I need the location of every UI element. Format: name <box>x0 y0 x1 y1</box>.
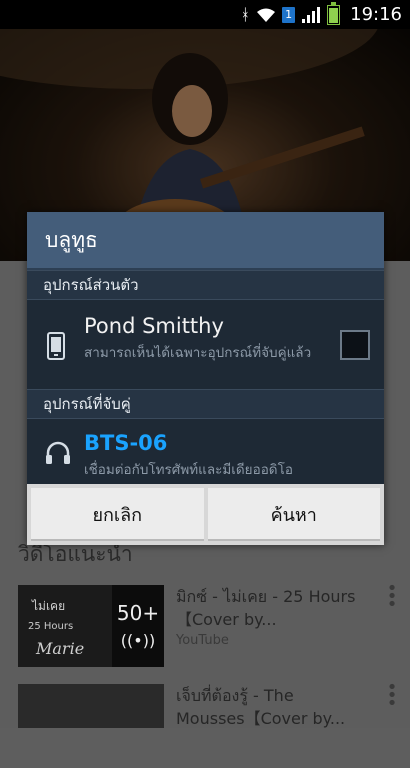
radio-icon: ((•)) <box>120 631 156 650</box>
personal-device-name: Pond Smitthy <box>84 314 224 338</box>
dialog-button-bar: ยกเลิก ค้นหา <box>27 484 384 545</box>
scan-button[interactable]: ค้นหา <box>207 488 380 541</box>
personal-device-subtitle: สามารถเห็นได้เฉพาะอุปกรณ์ที่จับคู่แล้ว <box>84 345 312 361</box>
playlist-overlay: 50+ ((•)) <box>112 585 164 667</box>
cancel-button[interactable]: ยกเลิก <box>31 488 204 541</box>
personal-device-row[interactable]: Pond Smitthy สามารถเห็นได้เฉพาะอุปกรณ์ที… <box>27 300 384 389</box>
personal-device-section-header: อุปกรณ์ส่วนตัว <box>27 270 384 300</box>
playlist-count: 50+ <box>116 601 160 625</box>
video-thumbnail[interactable] <box>18 684 164 728</box>
dialog-title: บลูทูธ <box>27 212 384 270</box>
visibility-checkbox[interactable] <box>340 330 370 360</box>
clock: 19:16 <box>350 4 402 25</box>
status-bar: ᚼ 1 19:16 <box>0 0 410 29</box>
bluetooth-icon: ᚼ <box>240 5 251 24</box>
video-title[interactable]: เจ็บที่ต้องรู้ - The Mousses【Cover by... <box>176 684 366 730</box>
video-channel: YouTube <box>176 633 229 648</box>
more-options-icon[interactable]: • • • <box>384 679 400 713</box>
signal-icon <box>302 6 321 23</box>
more-options-icon[interactable]: • • • <box>384 580 400 614</box>
battery-icon <box>327 1 341 25</box>
bluetooth-dialog: บลูทูธ อุปกรณ์ส่วนตัว Pond Smitthy สามาร… <box>27 212 384 545</box>
wifi-icon <box>257 8 276 22</box>
paired-device-row[interactable]: BTS-06 เชื่อมต่อกับโทรศัพท์และมีเดียออดิ… <box>27 419 384 486</box>
phone-icon <box>47 332 65 360</box>
paired-devices-section-header: อุปกรณ์ที่จับคู่ <box>27 389 384 419</box>
video-thumbnail[interactable]: ไม่เคย 25 Hours Marie 50+ ((•)) <box>18 585 164 667</box>
recommended-video-item[interactable]: เจ็บที่ต้องรู้ - The Mousses【Cover by...… <box>18 679 400 768</box>
recommended-video-item[interactable]: ไม่เคย 25 Hours Marie 50+ ((•)) มิกซ์ - … <box>18 580 400 669</box>
video-title[interactable]: มิกซ์ - ไม่เคย - 25 Hours【Cover by... <box>176 585 366 631</box>
sim-badge: 1 <box>282 6 296 23</box>
headphones-icon <box>46 441 70 464</box>
paired-device-name: BTS-06 <box>84 431 168 455</box>
paired-device-subtitle: เชื่อมต่อกับโทรศัพท์และมีเดียออดิโอ <box>84 462 293 478</box>
